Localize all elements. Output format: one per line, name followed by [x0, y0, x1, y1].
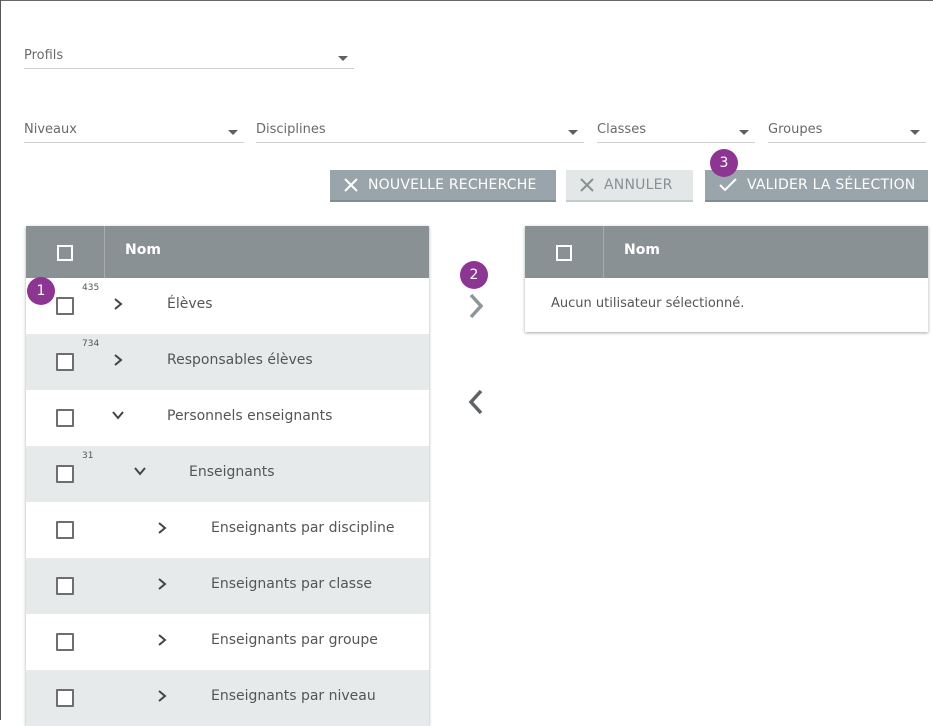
cancel-button[interactable]: ANNULER — [566, 170, 693, 202]
move-left-arrow-icon[interactable] — [467, 388, 485, 416]
new-search-button[interactable]: NOUVELLE RECHERCHE — [330, 170, 556, 202]
chevron-right-icon[interactable] — [112, 353, 124, 367]
row-checkbox[interactable] — [56, 297, 74, 315]
chevron-down-icon[interactable] — [111, 409, 125, 421]
step-badge-2: 2 — [460, 261, 488, 289]
chevron-right-icon[interactable] — [156, 521, 168, 535]
caret-down-icon — [739, 130, 749, 135]
cancel-label: ANNULER — [604, 177, 673, 193]
table-row[interactable]: Enseignants par classe — [26, 558, 429, 614]
row-label: Enseignants par classe — [211, 576, 372, 592]
chevron-right-icon[interactable] — [156, 577, 168, 591]
header-divider — [104, 226, 105, 278]
table-row[interactable]: Enseignants par discipline — [26, 502, 429, 558]
row-checkbox[interactable] — [56, 521, 74, 539]
disciplines-select[interactable]: Disciplines — [256, 120, 584, 143]
row-label: Enseignants par discipline — [211, 520, 395, 536]
column-header-nom: Nom — [624, 242, 660, 258]
check-icon — [719, 178, 737, 192]
row-checkbox[interactable] — [56, 465, 74, 483]
chevron-right-icon[interactable] — [112, 297, 124, 311]
chevron-right-icon[interactable] — [156, 633, 168, 647]
step-badge-1: 1 — [27, 277, 55, 305]
row-label: Responsables élèves — [167, 352, 313, 368]
row-label: Enseignants par groupe — [211, 632, 378, 648]
left-user-table: Nom 435 Élèves 734 Responsables élèves P… — [26, 226, 429, 726]
caret-down-icon — [910, 130, 920, 135]
classes-label: Classes — [597, 122, 646, 137]
row-checkbox[interactable] — [56, 633, 74, 651]
select-all-checkbox[interactable] — [57, 245, 73, 261]
close-icon — [344, 178, 358, 192]
niveaux-label: Niveaux — [24, 122, 77, 137]
move-right-arrow-icon[interactable] — [467, 292, 485, 320]
row-count: 734 — [82, 339, 100, 349]
caret-down-icon — [338, 56, 348, 61]
left-table-header: Nom — [26, 226, 429, 278]
step-badge-3: 3 — [710, 149, 738, 177]
row-count: 31 — [82, 451, 94, 461]
select-all-checkbox[interactable] — [556, 245, 572, 261]
groupes-select[interactable]: Groupes — [768, 120, 926, 143]
profils-label: Profils — [24, 48, 64, 63]
row-label: Enseignants — [189, 464, 275, 480]
table-row[interactable]: Enseignants par niveau — [26, 670, 429, 726]
row-label: Enseignants par niveau — [211, 688, 376, 704]
table-row[interactable]: Personnels enseignants — [26, 390, 429, 446]
table-row[interactable]: 31 Enseignants — [26, 446, 429, 502]
groupes-label: Groupes — [768, 122, 823, 137]
row-checkbox[interactable] — [56, 689, 74, 707]
window-border-left — [0, 0, 1, 720]
row-checkbox[interactable] — [56, 577, 74, 595]
profils-select[interactable]: Profils — [24, 46, 354, 69]
row-checkbox[interactable] — [56, 353, 74, 371]
classes-select[interactable]: Classes — [597, 120, 755, 143]
column-header-nom: Nom — [125, 242, 161, 258]
header-divider — [603, 226, 604, 278]
niveaux-select[interactable]: Niveaux — [24, 120, 244, 143]
table-row[interactable]: 435 Élèves — [26, 278, 429, 334]
disciplines-label: Disciplines — [256, 122, 326, 137]
caret-down-icon — [228, 130, 238, 135]
row-checkbox[interactable] — [56, 409, 74, 427]
right-selected-table: Nom Aucun utilisateur sélectionné. — [525, 226, 928, 332]
window-border-top — [0, 0, 933, 1]
table-row[interactable]: 734 Responsables élèves — [26, 334, 429, 390]
validate-selection-button[interactable]: VALIDER LA SÉLECTION — [705, 170, 928, 202]
new-search-label: NOUVELLE RECHERCHE — [368, 177, 537, 193]
row-label: Élèves — [167, 296, 213, 312]
chevron-down-icon[interactable] — [133, 465, 147, 477]
chevron-right-icon[interactable] — [156, 689, 168, 703]
caret-down-icon — [568, 130, 578, 135]
close-icon — [580, 178, 594, 192]
row-count: 435 — [82, 283, 100, 293]
table-row[interactable]: Enseignants par groupe — [26, 614, 429, 670]
right-table-header: Nom — [525, 226, 928, 278]
validate-label: VALIDER LA SÉLECTION — [747, 177, 916, 193]
empty-selection-message: Aucun utilisateur sélectionné. — [551, 296, 745, 311]
row-label: Personnels enseignants — [167, 408, 333, 424]
